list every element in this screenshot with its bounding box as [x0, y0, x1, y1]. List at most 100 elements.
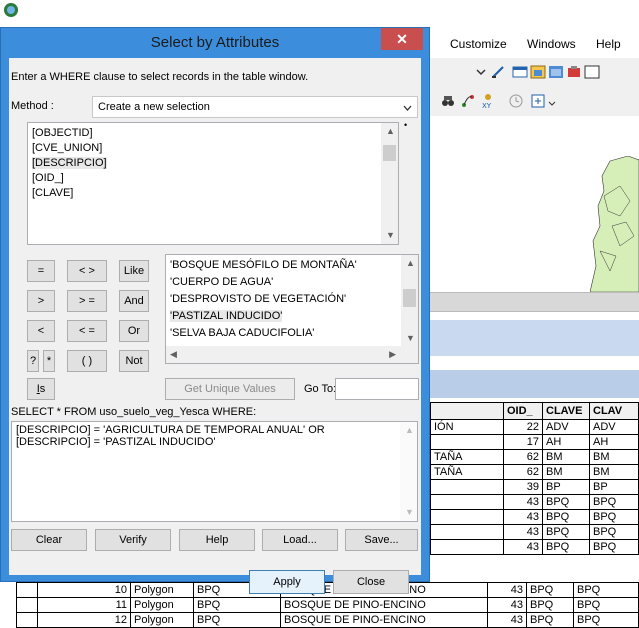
table-row[interactable]: 17 AH AH	[430, 434, 639, 450]
values-list[interactable]: 'BOSQUE MESÓFILO DE MONTAÑA' 'CUERPO DE A…	[165, 254, 419, 364]
field-item[interactable]: [OBJECTID]	[32, 127, 93, 139]
close-button[interactable]: Close	[333, 570, 409, 594]
table-row[interactable]: 12 Polygon BPQ BOSQUE DE PINO-ENCINO 43 BPQ BP…	[16, 612, 639, 628]
scroll-left-icon[interactable]: ◀	[170, 349, 177, 360]
query-textarea[interactable]: [DESCRIPCIO] = 'AGRICULTURA DE TEMPORAL …	[11, 421, 418, 522]
table-row[interactable]: 10PolygonBPQBOSQUE DE PINO-ENCINO43BPQBP…	[16, 582, 639, 598]
standard-toolbar	[430, 58, 639, 87]
not-equal-button[interactable]: < >	[67, 260, 107, 282]
map-display[interactable]	[430, 116, 639, 292]
scroll-up-icon[interactable]: ▲	[405, 425, 414, 435]
method-select[interactable]: Create a new selection	[92, 96, 418, 118]
col-clav[interactable]: CLAV	[589, 402, 639, 420]
not-button[interactable]: Not	[119, 350, 149, 372]
menu-help[interactable]: Help	[596, 37, 621, 51]
help-button[interactable]: Help	[179, 529, 255, 551]
value-item[interactable]: 'PASTIZAL INDUCIDO'	[170, 310, 283, 322]
cell-oid: 39	[503, 479, 543, 495]
close-icon[interactable]: ✕	[381, 28, 423, 50]
field-item[interactable]: [CLAVE]	[32, 187, 73, 199]
catalog-icon[interactable]	[530, 64, 546, 80]
save-button[interactable]: Save...	[345, 529, 418, 551]
editor-icon[interactable]	[490, 64, 506, 80]
goto-input[interactable]	[335, 378, 419, 400]
or-button[interactable]: Or	[119, 320, 149, 342]
query-scrollbar[interactable]: ▲ ▼	[400, 422, 417, 521]
cell-clave: BPQ	[542, 494, 590, 510]
col-clave[interactable]: CLAVE	[542, 402, 590, 420]
field-item[interactable]: [DESCRIPCIO]	[32, 157, 107, 169]
values-v-scrollbar[interactable]: ▲ ▼	[401, 255, 418, 346]
dropdown-arrow-icon[interactable]	[473, 64, 489, 80]
goto-xy-icon[interactable]: XY	[480, 93, 496, 109]
row-selector[interactable]	[16, 597, 38, 613]
python-window-icon[interactable]	[584, 64, 600, 80]
table-row[interactable]: TAÑA 62 BM BM	[430, 464, 639, 480]
parentheses-button[interactable]: ( )	[67, 350, 107, 372]
table-row[interactable]: TAÑA 62 BM BM	[430, 449, 639, 465]
query-line-1: [DESCRIPCIO] = 'AGRICULTURA DE TEMPORAL …	[16, 424, 325, 436]
cell-desc-frag	[430, 509, 504, 525]
is-button[interactable]: Is	[27, 378, 55, 400]
less-equal-button[interactable]: < =	[67, 320, 107, 342]
cell-desc-frag: TAÑA	[430, 449, 504, 465]
menu-customize[interactable]: Customize	[450, 37, 507, 51]
question-button[interactable]: ?	[27, 350, 39, 372]
scroll-down-icon[interactable]: ▼	[386, 230, 395, 240]
table-row[interactable]: 43 BPQ BPQ	[430, 524, 639, 540]
row-selector[interactable]	[16, 582, 38, 598]
table-row[interactable]: 39 BP BP	[430, 479, 639, 495]
scrollbar-thumb[interactable]	[383, 145, 396, 161]
create-viewer-icon[interactable]	[530, 93, 546, 109]
search-window-icon[interactable]	[548, 64, 564, 80]
find-icon[interactable]	[440, 93, 456, 109]
greater-than-button[interactable]: >	[27, 290, 55, 312]
apply-button[interactable]: Apply	[249, 570, 325, 594]
clear-button[interactable]: Clear	[11, 529, 87, 551]
fields-list[interactable]: [OBJECTID] [CVE_UNION] [DESCRIPCIO] [OID_] […	[27, 122, 399, 245]
and-button[interactable]: And	[119, 290, 149, 312]
time-slider-icon[interactable]	[508, 93, 524, 109]
fields-scrollbar[interactable]: ▲ ▼	[381, 123, 398, 244]
table-row[interactable]: 11 Polygon BPQ BOSQUE DE PINO-ENCINO 43 BPQ BP…	[16, 597, 639, 613]
table-icon[interactable]	[512, 64, 528, 80]
value-item[interactable]: 'DESPROVISTO DE VEGETACIÓN'	[170, 293, 346, 305]
cell-clave: BPQ	[526, 582, 574, 598]
arcmap-logo-icon	[4, 3, 18, 17]
scroll-up-icon[interactable]: ▲	[386, 126, 395, 136]
values-h-scrollbar[interactable]: ◀ ▶	[166, 346, 418, 363]
row-selector[interactable]	[16, 612, 38, 628]
dialog-title: Select by Attributes	[150, 34, 280, 51]
table-row[interactable]: 43 BPQ BPQ	[430, 539, 639, 555]
verify-button[interactable]: Verify	[95, 529, 171, 551]
asterisk-button[interactable]: *	[43, 350, 55, 372]
table-row[interactable]: 43 BPQ BPQ	[430, 509, 639, 525]
load-button[interactable]: Load...	[262, 529, 338, 551]
field-item[interactable]: [CVE_UNION]	[32, 142, 102, 154]
scrollbar-thumb[interactable]	[403, 289, 416, 307]
less-than-button[interactable]: <	[27, 320, 55, 342]
field-item[interactable]: [OID_]	[32, 172, 64, 184]
toolbox-icon[interactable]	[566, 64, 582, 80]
table-row[interactable]: 43 BPQ BPQ	[430, 494, 639, 510]
cell-oid: 22	[503, 419, 543, 435]
col-oid[interactable]: OID_	[503, 402, 543, 420]
value-item[interactable]: 'BOSQUE MESÓFILO DE MONTAÑA'	[170, 259, 357, 271]
value-item[interactable]: 'SELVA BAJA CADUCIFOLIA'	[170, 327, 314, 339]
toolbar-overflow-icon[interactable]	[548, 96, 556, 112]
get-unique-values-button[interactable]: Get Unique Values	[165, 378, 295, 400]
cell-clave: AH	[542, 434, 590, 450]
cell-clave: BPQ	[526, 612, 574, 628]
greater-equal-button[interactable]: > =	[67, 290, 107, 312]
menu-windows[interactable]: Windows	[527, 37, 576, 51]
table-row[interactable]: IÓN 22 ADV ADV	[430, 419, 639, 435]
value-item[interactable]: 'CUERPO DE AGUA'	[170, 276, 273, 288]
route-icon[interactable]	[460, 93, 476, 109]
equals-button[interactable]: =	[27, 260, 55, 282]
cell-clav: BM	[589, 449, 639, 465]
scroll-right-icon[interactable]: ▶	[389, 349, 396, 360]
scroll-down-icon[interactable]: ▼	[406, 333, 415, 343]
scroll-down-icon[interactable]: ▼	[405, 507, 414, 517]
like-button[interactable]: Like	[119, 260, 149, 282]
scroll-up-icon[interactable]: ▲	[406, 258, 415, 268]
